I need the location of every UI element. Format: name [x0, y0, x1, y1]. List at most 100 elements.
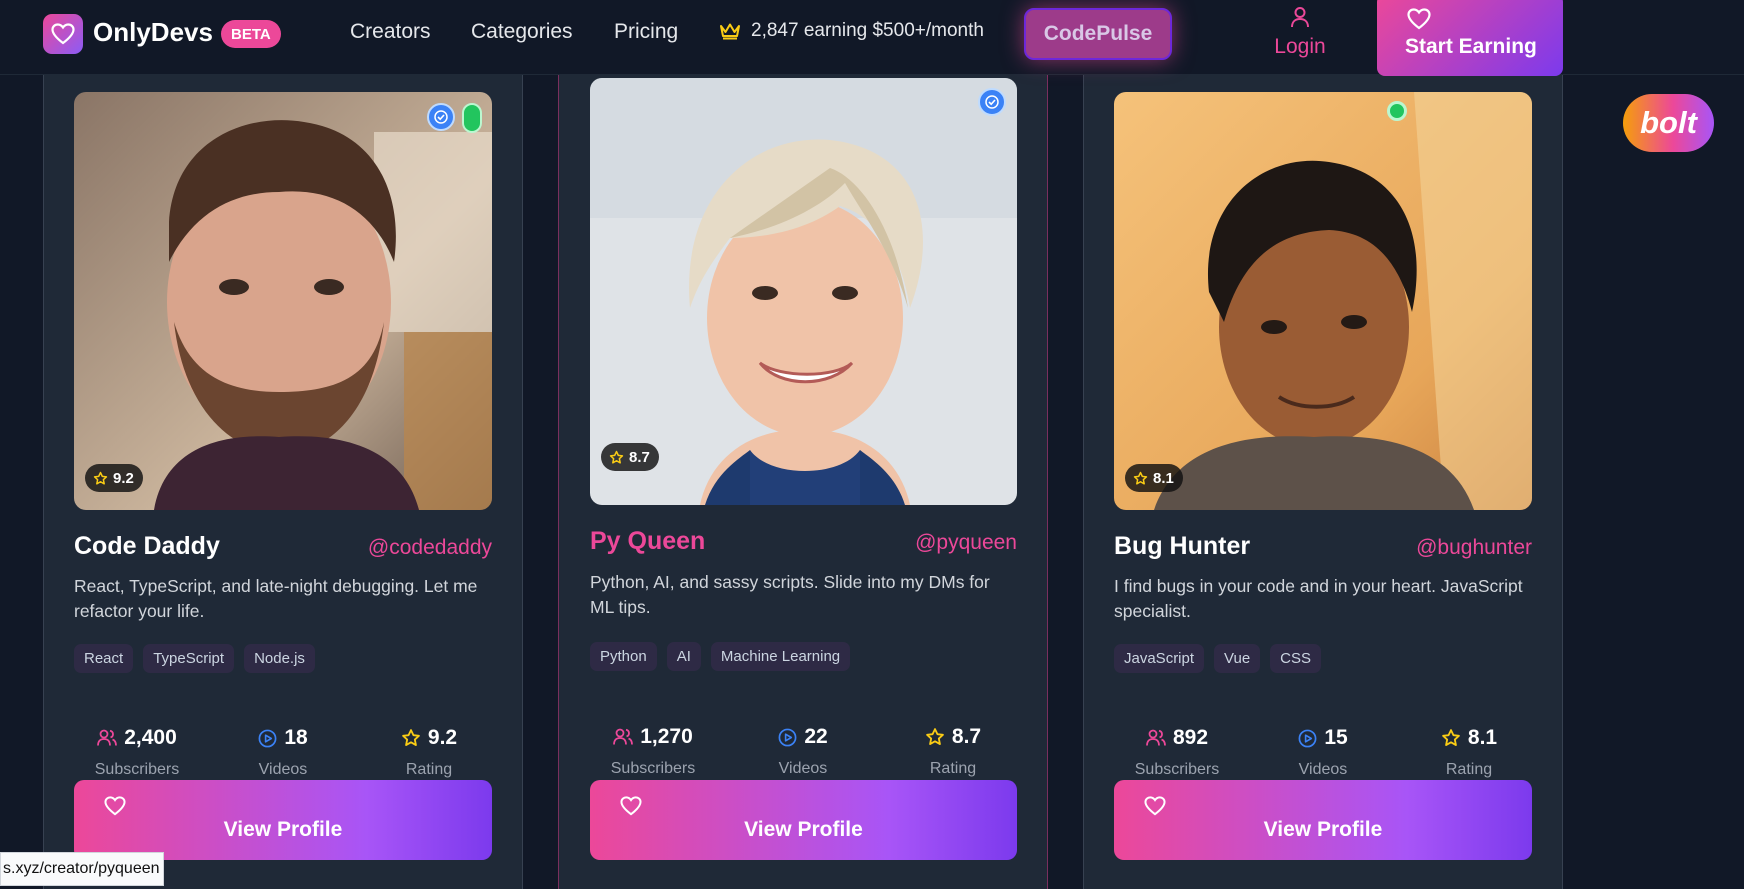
nav-link-categories[interactable]: Categories [471, 20, 573, 44]
videos-label: Videos [1298, 761, 1348, 778]
creator-card: 8.7 Py Queen @pyqueen Python, AI, and sa… [558, 40, 1048, 889]
tag[interactable]: AI [666, 642, 701, 671]
play-circle-icon [258, 729, 277, 747]
rating-badge: 9.2 [85, 464, 143, 492]
play-circle-icon [1298, 729, 1317, 747]
rating-badge-value: 8.1 [1153, 469, 1174, 487]
bolt-badge[interactable]: bolt [1623, 94, 1714, 152]
verified-badge-icon [978, 88, 1006, 116]
view-profile-label: View Profile [223, 818, 343, 841]
login-label: Login [1274, 35, 1326, 58]
users-icon [613, 728, 634, 745]
creator-photo[interactable] [590, 78, 1017, 505]
rating-stat: 9.2 Rating [359, 725, 499, 779]
rating-label: Rating [929, 760, 977, 777]
videos-label: Videos [258, 761, 308, 778]
view-profile-label: View Profile [744, 818, 863, 841]
brand-name[interactable]: OnlyDevs [93, 17, 213, 48]
star-icon [1133, 471, 1148, 485]
tag[interactable]: JavaScript [1114, 644, 1205, 673]
subscribers-stat: 2,400 Subscribers [67, 725, 207, 779]
subscribers-label: Subscribers [1134, 761, 1220, 778]
tag[interactable]: Machine Learning [710, 642, 851, 671]
star-icon [93, 471, 108, 485]
rating-label: Rating [405, 761, 453, 778]
creator-card: 8.1 Bug Hunter @bughunter I find bugs in… [1083, 40, 1563, 889]
crown-icon [720, 23, 740, 40]
rating-stat: 8.7 Rating [883, 724, 1023, 778]
top-navbar: OnlyDevs BETA Creators Categories Pricin… [0, 0, 1744, 76]
heart-icon [1144, 796, 1166, 816]
verified-badge-icon [427, 103, 455, 131]
nav-link-creators[interactable]: Creators [350, 20, 431, 44]
creator-bio: I find bugs in your code and in your hea… [1114, 576, 1523, 621]
start-earning-label: Start Earning [1405, 35, 1537, 58]
creator-name[interactable]: Py Queen [590, 527, 705, 556]
tag[interactable]: TypeScript [143, 644, 235, 673]
videos-stat: 22 Videos [733, 724, 873, 778]
nav-link-pricing[interactable]: Pricing [614, 20, 678, 44]
beta-badge: BETA [221, 20, 281, 48]
star-icon [1442, 729, 1460, 746]
rating-stat: 8.1 Rating [1399, 725, 1539, 779]
heart-icon [1407, 8, 1431, 30]
creator-handle[interactable]: @codedaddy [292, 536, 492, 560]
subscribers-stat: 892 Subscribers [1107, 725, 1247, 779]
earning-text: 2,847 earning $500+/month [751, 20, 984, 41]
earning-stat: 2,847 earning $500+/month [719, 20, 984, 42]
view-profile-button[interactable]: View Profile [1114, 780, 1532, 860]
status-bar-url: s.xyz/creator/pyqueen [0, 852, 164, 886]
subscribers-value: 2,400 [124, 726, 177, 749]
videos-label: Videos [778, 760, 828, 777]
rating-badge-value: 9.2 [113, 469, 134, 487]
subscribers-label: Subscribers [94, 761, 180, 778]
videos-value: 22 [804, 725, 828, 748]
subscribers-stat: 1,270 Subscribers [583, 724, 723, 778]
users-icon [1146, 729, 1166, 746]
view-profile-button[interactable]: View Profile [74, 780, 492, 860]
rating-value: 8.1 [1467, 726, 1498, 749]
star-icon [926, 728, 944, 745]
start-earning-button[interactable]: Start Earning [1377, 0, 1563, 76]
videos-stat: 18 Videos [213, 725, 353, 779]
users-icon [97, 729, 118, 746]
view-profile-label: View Profile [1263, 818, 1383, 841]
rating-value: 8.7 [951, 725, 982, 748]
play-circle-icon [778, 728, 797, 746]
rating-badge: 8.1 [1125, 464, 1183, 492]
view-profile-button[interactable]: View Profile [590, 780, 1017, 860]
login-button[interactable]: Login [1268, 6, 1332, 59]
heart-icon [620, 796, 642, 816]
star-icon [609, 450, 624, 464]
creator-bio: Python, AI, and sassy scripts. Slide int… [590, 572, 990, 617]
star-icon [402, 729, 420, 746]
subscribers-value: 1,270 [640, 725, 693, 748]
creator-name[interactable]: Bug Hunter [1114, 532, 1250, 561]
tag[interactable]: CSS [1270, 644, 1322, 673]
heart-icon [104, 796, 126, 816]
creator-name[interactable]: Code Daddy [74, 532, 220, 561]
videos-value: 18 [284, 726, 308, 749]
codepulse-button[interactable]: CodePulse [1024, 8, 1172, 60]
creator-handle[interactable]: @pyqueen [817, 531, 1017, 555]
creator-handle[interactable]: @bughunter [1332, 536, 1532, 560]
tag[interactable]: Python [590, 642, 657, 671]
user-icon [1291, 7, 1309, 28]
rating-value: 9.2 [427, 726, 458, 749]
creator-photo[interactable] [1114, 92, 1532, 510]
tag[interactable]: React [74, 644, 134, 673]
tag-list: React TypeScript Node.js [74, 644, 315, 673]
online-status-indicator [462, 103, 482, 133]
videos-value: 15 [1324, 726, 1348, 749]
rating-label: Rating [1445, 761, 1493, 778]
online-status-indicator [1387, 101, 1407, 121]
videos-stat: 15 Videos [1253, 725, 1393, 779]
tag-list: Python AI Machine Learning [590, 642, 851, 671]
tag[interactable]: Node.js [244, 644, 315, 673]
rating-badge-value: 8.7 [629, 448, 650, 466]
creator-card: 9.2 Code Daddy @codedaddy React, TypeScr… [43, 40, 523, 889]
tag-list: JavaScript Vue CSS [1114, 644, 1322, 673]
tag[interactable]: Vue [1214, 644, 1261, 673]
logo-heart-icon[interactable] [43, 14, 83, 54]
creator-photo[interactable] [74, 92, 492, 510]
